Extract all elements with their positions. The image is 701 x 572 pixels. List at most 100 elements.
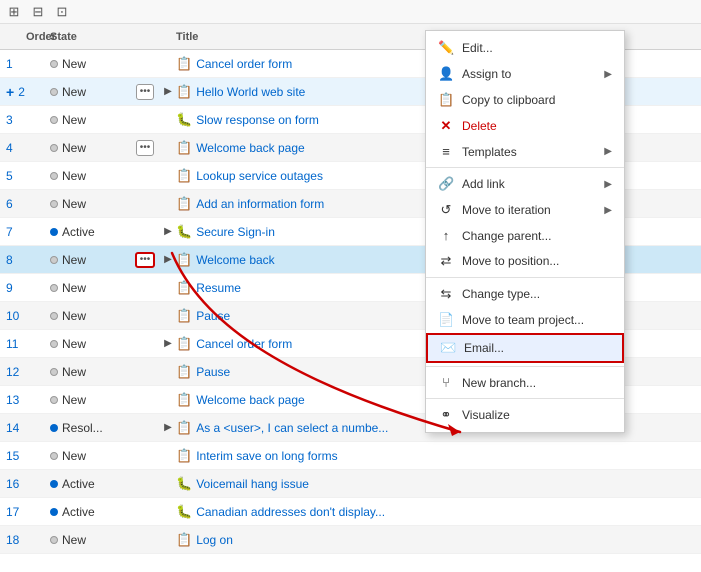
row-state: New xyxy=(50,197,130,211)
templates-icon: ≡ xyxy=(438,144,454,159)
work-item-icon: 📋 xyxy=(176,168,192,184)
main-container: ⊞ ⊟ ⊡ Order State Title 1 New 📋Cancel or… xyxy=(0,0,701,572)
table-row[interactable]: 17 Active 🐛Canadian addresses don't disp… xyxy=(0,498,701,526)
menu-item-label: Templates xyxy=(462,145,596,159)
assign-icon: 👤 xyxy=(438,66,454,82)
row-order: 11 xyxy=(0,337,50,351)
table-row[interactable]: 18 New 📋Log on xyxy=(0,526,701,554)
state-dot xyxy=(50,144,58,152)
menu-item-label: Edit... xyxy=(462,41,612,55)
work-item-icon: 📋 xyxy=(176,392,192,408)
work-item-icon: 📋 xyxy=(176,364,192,380)
row-state: New xyxy=(50,449,130,463)
work-item-icon: 📋 xyxy=(176,140,192,156)
state-dot xyxy=(50,172,58,180)
menu-item-newbranch[interactable]: ⑂ New branch... xyxy=(426,370,624,395)
work-item-icon: 📋 xyxy=(176,252,192,268)
menu-item-label: Assign to xyxy=(462,67,596,81)
work-item-icon: 🐛 xyxy=(176,112,192,128)
add-icon[interactable]: + xyxy=(6,84,14,100)
row-order: 14 xyxy=(0,421,50,435)
row-dots-cell[interactable]: ••• xyxy=(130,252,160,268)
menu-item-email[interactable]: ✉️ Email... xyxy=(426,333,624,363)
state-dot xyxy=(50,256,58,264)
work-item-icon: 📋 xyxy=(176,56,192,72)
menu-item-moveiteration[interactable]: ↺ Move to iteration ▶ xyxy=(426,197,624,223)
table-row[interactable]: 16 Active 🐛Voicemail hang issue xyxy=(0,470,701,498)
menu-item-templates[interactable]: ≡ Templates ▶ xyxy=(426,139,624,164)
state-dot xyxy=(50,480,58,488)
row-order: 17 xyxy=(0,505,50,519)
row-dots-cell[interactable]: ••• xyxy=(130,84,160,100)
row-arrow-cell: ▶ xyxy=(160,226,176,237)
work-item-icon: 🐛 xyxy=(176,476,192,492)
work-item-icon: 📋 xyxy=(176,336,192,352)
row-arrow-cell: ▶ xyxy=(160,422,176,433)
row-order: 5 xyxy=(0,169,50,183)
row-state: New xyxy=(50,533,130,547)
context-menu: ✏️ Edit... 👤 Assign to ▶ 📋 Copy to clipb… xyxy=(425,30,625,433)
menu-item-movetoteam[interactable]: 📄 Move to team project... xyxy=(426,307,624,333)
work-item-icon: 📋 xyxy=(176,448,192,464)
dots-button[interactable]: ••• xyxy=(136,140,155,156)
row-title: 📋Log on xyxy=(176,532,701,548)
row-state: New xyxy=(50,365,130,379)
menu-item-label: Move to team project... xyxy=(462,313,612,327)
dots-button[interactable]: ••• xyxy=(135,252,156,268)
menu-item-visualize[interactable]: ⚭ Visualize xyxy=(426,402,624,428)
row-order: 1 xyxy=(0,57,50,71)
edit-icon: ✏️ xyxy=(438,40,454,56)
row-arrow-cell: ▶ xyxy=(160,86,176,97)
state-dot xyxy=(50,340,58,348)
work-item-icon: 📋 xyxy=(176,196,192,212)
menu-item-delete[interactable]: ✕ Delete xyxy=(426,113,624,139)
menu-item-changeparent[interactable]: ↑ Change parent... xyxy=(426,223,624,248)
copy-icon: 📋 xyxy=(438,92,454,108)
state-dot xyxy=(50,536,58,544)
row-order: 6 xyxy=(0,197,50,211)
row-state: New xyxy=(50,393,130,407)
menu-item-label: Delete xyxy=(462,119,612,133)
header-order: Order xyxy=(0,31,50,43)
row-dots-cell[interactable]: ••• xyxy=(130,140,160,156)
row-order: 18 xyxy=(0,533,50,547)
row-title: 🐛Canadian addresses don't display... xyxy=(176,504,701,520)
row-order: 8 xyxy=(0,253,50,267)
toolbar-btn-1[interactable]: ⊞ xyxy=(4,2,24,22)
submenu-arrow: ▶ xyxy=(604,205,612,216)
toolbar-btn-2[interactable]: ⊟ xyxy=(28,2,48,22)
row-order: 4 xyxy=(0,141,50,155)
changeparent-icon: ↑ xyxy=(438,228,454,243)
newbranch-icon: ⑂ xyxy=(438,375,454,390)
menu-item-assign[interactable]: 👤 Assign to ▶ xyxy=(426,61,624,87)
toolbar-btn-3[interactable]: ⊡ xyxy=(52,2,72,22)
row-state: New xyxy=(50,141,130,155)
row-order: 10 xyxy=(0,309,50,323)
state-dot xyxy=(50,368,58,376)
row-state: New xyxy=(50,253,130,267)
state-dot xyxy=(50,284,58,292)
row-state: New xyxy=(50,85,130,99)
state-dot xyxy=(50,116,58,124)
row-order: 13 xyxy=(0,393,50,407)
row-order: 15 xyxy=(0,449,50,463)
row-order: 3 xyxy=(0,113,50,127)
changetype-icon: ⇆ xyxy=(438,286,454,302)
menu-item-label: Change type... xyxy=(462,287,612,301)
menu-item-copy[interactable]: 📋 Copy to clipboard xyxy=(426,87,624,113)
dots-button[interactable]: ••• xyxy=(136,84,155,100)
menu-item-edit[interactable]: ✏️ Edit... xyxy=(426,35,624,61)
table-row[interactable]: 15 New 📋Interim save on long forms xyxy=(0,442,701,470)
state-dot xyxy=(50,312,58,320)
menu-item-moveposition[interactable]: ⇄ Move to position... xyxy=(426,248,624,274)
menu-item-addlink[interactable]: 🔗 Add link ▶ xyxy=(426,171,624,197)
email-icon: ✉️ xyxy=(440,340,456,356)
work-item-icon: 🐛 xyxy=(176,224,192,240)
menu-item-label: Email... xyxy=(464,341,610,355)
row-state: Active xyxy=(50,505,130,519)
moveiteration-icon: ↺ xyxy=(438,202,454,218)
menu-item-changetype[interactable]: ⇆ Change type... xyxy=(426,281,624,307)
state-dot xyxy=(50,60,58,68)
row-state: Active xyxy=(50,477,130,491)
menu-item-label: Change parent... xyxy=(462,229,612,243)
